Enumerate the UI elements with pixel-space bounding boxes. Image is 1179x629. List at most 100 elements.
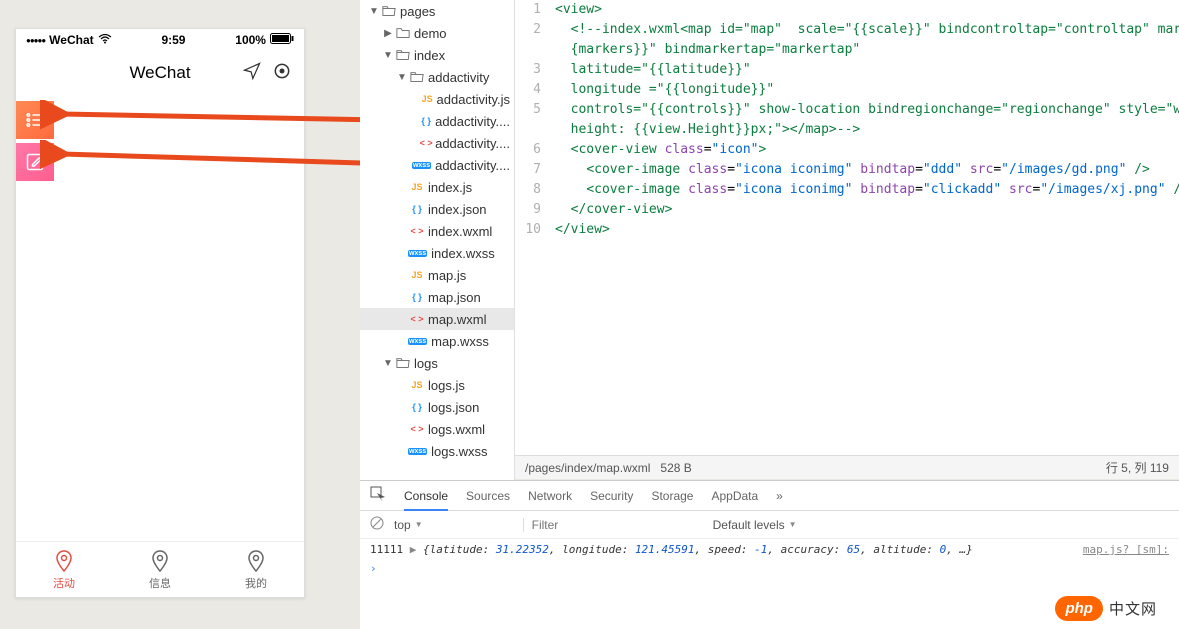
tab-item[interactable]: 活动: [16, 542, 112, 597]
file-name: index.wxss: [431, 246, 495, 261]
code-line[interactable]: 2 <!--index.wxml<map id="map" scale="{{s…: [515, 20, 1179, 40]
tree-twisty[interactable]: ▶: [382, 28, 394, 39]
json-icon: { }: [408, 292, 426, 302]
file-size: 528 B: [660, 461, 691, 475]
edit-icon: [25, 152, 45, 172]
status-bar: ●●●●● WeChat 9:59 100%: [16, 29, 304, 51]
log-levels-selector[interactable]: Default levels: [713, 518, 797, 532]
php-badge: php: [1055, 596, 1103, 621]
tree-row[interactable]: < >map.wxml: [360, 308, 514, 330]
tree-twisty[interactable]: ▼: [396, 72, 408, 83]
tree-row[interactable]: < >index.wxml: [360, 220, 514, 242]
code-line[interactable]: 7 <cover-image class="icona iconimg" bin…: [515, 160, 1179, 180]
wxml-icon: < >: [419, 138, 433, 148]
file-name: pages: [400, 4, 435, 19]
code-line[interactable]: {markers}}" bindmarkertap="markertap": [515, 40, 1179, 60]
battery-icon: [270, 33, 294, 47]
file-name: map.wxml: [428, 312, 487, 327]
folder-icon: [380, 4, 398, 18]
inspect-icon[interactable]: [370, 486, 386, 505]
tree-row[interactable]: < >logs.wxml: [360, 418, 514, 440]
tree-row[interactable]: wxssaddactivity....: [360, 154, 514, 176]
code-editor[interactable]: 1<view>2 <!--index.wxml<map id="map" sca…: [515, 0, 1179, 455]
tree-row[interactable]: wxsslogs.wxss: [360, 440, 514, 462]
console-output[interactable]: 11111 ▶ {latitude: 31.22352, longitude: …: [360, 539, 1179, 579]
tree-row[interactable]: ▶demo: [360, 22, 514, 44]
tab-label: 我的: [245, 575, 267, 591]
folder-icon: [394, 356, 412, 370]
code-line[interactable]: 8 <cover-image class="icona iconimg" bin…: [515, 180, 1179, 200]
filter-input[interactable]: [523, 518, 703, 532]
tree-row[interactable]: { }logs.json: [360, 396, 514, 418]
tree-row[interactable]: wxssmap.wxss: [360, 330, 514, 352]
code-line[interactable]: 9 </cover-view>: [515, 200, 1179, 220]
line-number: 9: [515, 200, 555, 220]
tree-row[interactable]: JSaddactivity.js: [360, 88, 514, 110]
tab-item[interactable]: 我的: [208, 542, 304, 597]
phone-content: [16, 95, 304, 525]
target-icon[interactable]: [272, 61, 292, 86]
tree-row[interactable]: wxssindex.wxss: [360, 242, 514, 264]
clear-console-icon[interactable]: [370, 516, 384, 533]
code-line[interactable]: 10</view>: [515, 220, 1179, 240]
tree-twisty[interactable]: ▼: [382, 358, 394, 369]
devtools-tab[interactable]: Security: [590, 489, 633, 503]
file-name: index.wxml: [428, 224, 492, 239]
tab-bar: 活动信息我的: [16, 541, 304, 597]
tree-row[interactable]: < >addactivity....: [360, 132, 514, 154]
line-number: 2: [515, 20, 555, 40]
carrier-label: WeChat: [49, 33, 93, 47]
tree-row[interactable]: ▼ index: [360, 44, 514, 66]
location-arrow-icon[interactable]: [242, 61, 262, 86]
log-object[interactable]: {latitude: 31.22352, longitude: 121.4559…: [423, 543, 973, 556]
devtools-tab[interactable]: Console: [404, 489, 448, 511]
file-name: addactivity.js: [437, 92, 510, 107]
tree-row[interactable]: JSlogs.js: [360, 374, 514, 396]
file-name: map.js: [428, 268, 466, 283]
tree-twisty[interactable]: ▼: [382, 50, 394, 61]
tab-item[interactable]: 信息: [112, 542, 208, 597]
wxml-icon: < >: [408, 424, 426, 434]
edit-button[interactable]: [16, 143, 54, 181]
tree-row[interactable]: ▼ pages: [360, 0, 514, 22]
devtools-tab[interactable]: Sources: [466, 489, 510, 503]
code-line[interactable]: 4 longitude ="{{longitude}}": [515, 80, 1179, 100]
php-text: 中文网: [1109, 598, 1157, 619]
console-prompt[interactable]: ›: [370, 562, 377, 575]
battery-label: 100%: [235, 33, 266, 47]
tree-row[interactable]: ▼logs: [360, 352, 514, 374]
line-number: 3: [515, 60, 555, 80]
tree-row[interactable]: JSindex.js: [360, 176, 514, 198]
devtools-tab[interactable]: Storage: [651, 489, 693, 503]
page-title: WeChat: [129, 63, 190, 83]
more-icon[interactable]: »: [776, 489, 783, 503]
file-name: map.json: [428, 290, 481, 305]
code-line[interactable]: height: {{view.Height}}px;"></map>-->: [515, 120, 1179, 140]
tree-row[interactable]: { }index.json: [360, 198, 514, 220]
file-name: index: [414, 48, 445, 63]
context-selector[interactable]: top: [394, 518, 423, 532]
line-number: 1: [515, 0, 555, 20]
code-line[interactable]: 5 controls="{{controls}}" show-location …: [515, 100, 1179, 120]
code-line[interactable]: 3 latitude="{{latitude}}": [515, 60, 1179, 80]
code-line[interactable]: 6 <cover-view class="icon">: [515, 140, 1179, 160]
tree-row[interactable]: ▼addactivity: [360, 66, 514, 88]
file-tree[interactable]: ▼pages▶demo▼index▼addactivityJSaddactivi…: [360, 0, 515, 485]
code-line[interactable]: 1<view>: [515, 0, 1179, 20]
tree-row[interactable]: JSmap.js: [360, 264, 514, 286]
file-name: index.js: [428, 180, 472, 195]
tree-twisty[interactable]: ▼: [368, 6, 380, 17]
line-number: 5: [515, 100, 555, 120]
phone-simulator: ●●●●● WeChat 9:59 100% WeChat 活动信息我的: [15, 28, 305, 598]
list-button[interactable]: [16, 101, 54, 139]
line-number: [515, 120, 555, 140]
file-name: logs.json: [428, 400, 479, 415]
tree-row[interactable]: { }addactivity....: [360, 110, 514, 132]
devtools-tab[interactable]: AppData: [711, 489, 758, 503]
tree-row[interactable]: { }map.json: [360, 286, 514, 308]
devtools-tab[interactable]: Network: [528, 489, 572, 503]
js-icon: JS: [408, 380, 426, 390]
log-source-link[interactable]: map.js? [sm]:: [1083, 543, 1169, 556]
file-name: map.wxss: [431, 334, 489, 349]
nav-bar: WeChat: [16, 51, 304, 95]
